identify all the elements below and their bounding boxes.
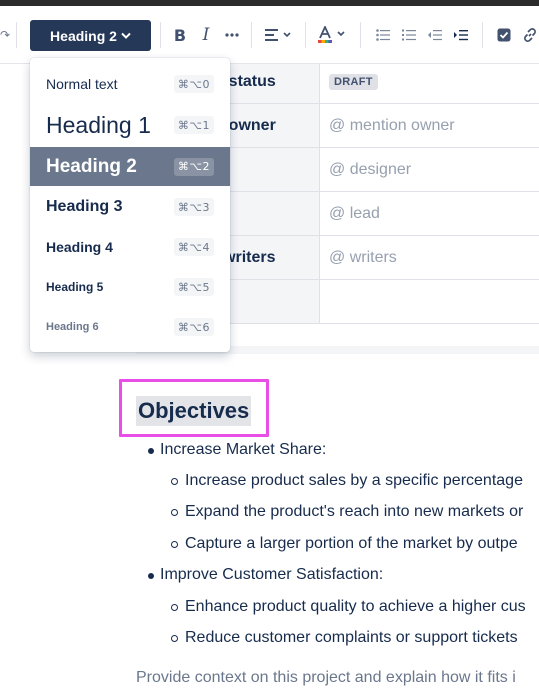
bold-icon: B [173, 25, 187, 45]
table-value-cell[interactable]: DRAFT [321, 60, 539, 103]
sub-bullet-icon [171, 635, 178, 642]
text-color-button[interactable] [316, 24, 350, 46]
mention-placeholder[interactable]: @ lead [321, 192, 539, 235]
keyboard-shortcut: ⌘⌥2 [173, 157, 214, 176]
link-button[interactable] [519, 24, 539, 46]
menu-item-label: Normal text [46, 76, 118, 92]
text-color-icon [318, 26, 345, 43]
link-icon [524, 28, 536, 42]
bold-button[interactable]: B [169, 24, 191, 46]
keyboard-shortcut: ⌘⌥1 [173, 116, 214, 134]
toolbar-divider [16, 22, 17, 48]
outdent-icon [428, 30, 442, 41]
context-paragraph[interactable]: Provide context on this project and expl… [136, 669, 516, 687]
undo-icon[interactable]: ↷ [0, 28, 10, 42]
menu-item-heading-2[interactable]: Heading 2 ⌘⌥2 [30, 147, 230, 186]
mention-placeholder[interactable]: @ mention owner [321, 104, 539, 147]
toolbar-divider [482, 22, 483, 48]
sub-bullet-icon [171, 478, 178, 485]
mention-placeholder[interactable]: @ designer [321, 148, 539, 191]
list-item[interactable]: Improve Customer Satisfaction: [160, 566, 383, 584]
alignment-button[interactable] [262, 24, 296, 46]
list-item[interactable]: Reduce customer complaints or support ti… [185, 629, 518, 647]
table-value-cell[interactable] [321, 280, 539, 323]
indent-icon [454, 30, 468, 41]
bullet-icon [148, 573, 154, 579]
align-left-icon [265, 29, 291, 41]
menu-item-label: Heading 6 [46, 321, 99, 333]
keyboard-shortcut: ⌘⌥4 [173, 238, 214, 256]
more-formatting-button[interactable] [221, 24, 243, 46]
menu-item-label: Heading 4 [46, 239, 113, 255]
numbered-list-button[interactable] [398, 24, 420, 46]
editor-window: Document status DRAFT Document owner @ m… [0, 0, 539, 698]
text-style-dropdown[interactable]: Heading 2 [30, 20, 151, 51]
menu-item-label: Heading 2 [46, 155, 137, 177]
italic-button[interactable]: I [195, 24, 217, 46]
list-item[interactable]: Increase Market Share: [160, 441, 326, 459]
italic-icon: I [202, 25, 210, 45]
toolbar-divider [251, 22, 252, 48]
keyboard-shortcut: ⌘⌥6 [173, 318, 214, 336]
list-item[interactable]: Enhance product quality to achieve a hig… [185, 598, 526, 616]
indent-button[interactable] [450, 24, 472, 46]
text-style-label: Heading 2 [50, 27, 117, 44]
list-item[interactable]: Increase product sales by a specific per… [185, 472, 523, 490]
menu-item-label: Heading 5 [46, 280, 104, 294]
bullet-list-button[interactable] [372, 24, 394, 46]
text-style-menu: Normal text ⌘⌥0 Heading 1 ⌘⌥1 Heading 2 … [30, 58, 230, 352]
more-icon [225, 33, 239, 37]
menu-item-heading-6[interactable]: Heading 6 ⌘⌥6 [30, 308, 230, 346]
checkbox-icon [497, 28, 511, 42]
menu-item-heading-3[interactable]: Heading 3 ⌘⌥3 [30, 188, 230, 226]
section-heading[interactable]: Objectives [136, 396, 252, 426]
toolbar-divider [305, 22, 306, 48]
sub-bullet-icon [171, 509, 178, 516]
list-item[interactable]: Capture a larger portion of the market b… [185, 535, 518, 553]
menu-item-label: Heading 1 [46, 111, 151, 138]
sub-bullet-icon [171, 604, 178, 611]
menu-item-label: Heading 3 [46, 198, 123, 215]
mention-placeholder[interactable]: @ writers [321, 236, 539, 279]
toolbar-divider [360, 22, 361, 48]
status-lozenge[interactable]: DRAFT [329, 73, 378, 90]
editor-toolbar: ↷ Heading 2 B I [0, 6, 539, 64]
menu-item-heading-5[interactable]: Heading 5 ⌘⌥5 [30, 268, 230, 306]
menu-item-heading-4[interactable]: Heading 4 ⌘⌥4 [30, 228, 230, 266]
numbered-list-icon [402, 29, 416, 41]
outdent-button[interactable] [424, 24, 446, 46]
bullet-icon [148, 448, 154, 454]
menu-item-heading-1[interactable]: Heading 1 ⌘⌥1 [30, 104, 230, 146]
chevron-down-icon [121, 32, 131, 39]
keyboard-shortcut: ⌘⌥0 [173, 75, 214, 93]
list-item[interactable]: Expand the product's reach into new mark… [185, 503, 523, 521]
keyboard-shortcut: ⌘⌥3 [173, 198, 214, 216]
keyboard-shortcut: ⌘⌥5 [173, 278, 214, 296]
toolbar-divider [160, 22, 161, 48]
action-item-button[interactable] [493, 24, 515, 46]
menu-item-normal-text[interactable]: Normal text ⌘⌥0 [30, 66, 230, 102]
sub-bullet-icon [171, 541, 178, 548]
bullet-list-icon [376, 29, 390, 41]
